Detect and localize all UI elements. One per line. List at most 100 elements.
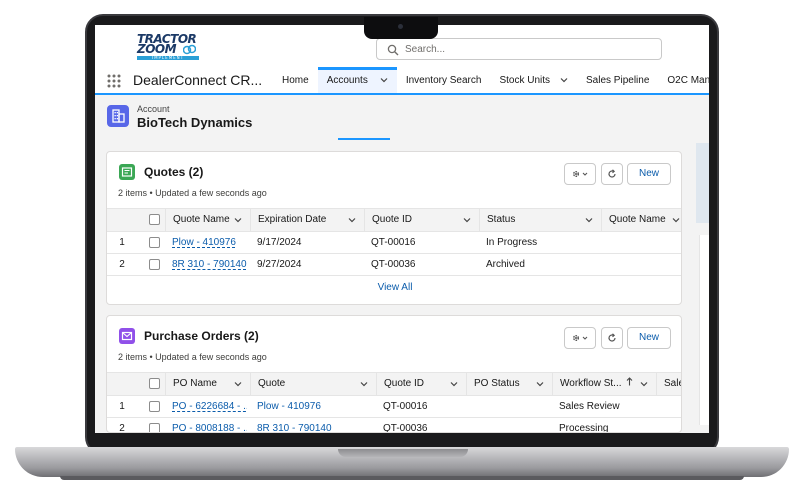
nav-tab-home[interactable]: Home <box>273 67 318 93</box>
purchase-orders-table-header: PO Name Quote Quote ID PO Status Workflo… <box>107 372 681 396</box>
logo-tagline: IMPLEMENT <box>151 55 185 60</box>
quotes-table-header: Quote Name Expiration Date Quote ID Stat… <box>107 208 681 232</box>
laptop-base-groove <box>338 449 468 457</box>
nav-tab-label: Home <box>282 74 309 86</box>
quote-link[interactable]: 8R 310 - 790140 <box>250 418 332 432</box>
table-row[interactable]: 2 8R 310 - 790140 9/27/2024 QT-00036 Arc… <box>107 254 681 276</box>
nav-tabs: Home Accounts Inventory Search Stock Uni… <box>273 67 709 93</box>
table-row[interactable]: 1 PO - 6226684 - ... Plow - 410976 QT-00… <box>107 396 681 418</box>
laptop-mockup: TRACTOR ZOOM IMPLEMENT Search... DealerC… <box>0 0 804 497</box>
chevron-down-icon[interactable] <box>640 380 648 388</box>
column-header-sale[interactable]: Sale <box>656 373 681 395</box>
chevron-down-icon[interactable] <box>536 380 544 388</box>
column-header-quote-name[interactable]: Quote Name <box>165 209 250 231</box>
quote-link[interactable]: Plow - 410976 <box>250 396 321 417</box>
row-checkbox[interactable] <box>149 237 160 248</box>
search-input[interactable] <box>405 39 655 59</box>
expiration-date: 9/27/2024 <box>257 259 302 270</box>
quote-id: QT-00036 <box>371 259 416 270</box>
column-header-quote-id[interactable]: Quote ID <box>376 373 466 395</box>
column-header-quote-name-2[interactable]: Quote Name <box>601 209 681 231</box>
table-row[interactable]: 1 Plow - 410976 9/17/2024 QT-00016 In Pr… <box>107 232 681 254</box>
chevron-down-icon[interactable] <box>672 216 680 224</box>
gear-icon <box>572 170 588 178</box>
row-number: 1 <box>119 237 125 248</box>
chevron-down-icon[interactable] <box>380 76 388 84</box>
logo-leaf-icon <box>183 44 196 55</box>
column-header-status[interactable]: Status <box>479 209 601 231</box>
workflow-status: Processing <box>559 423 609 433</box>
record-type-label: Account <box>137 104 170 114</box>
nav-tab-sales-pipeline[interactable]: Sales Pipeline <box>577 67 658 93</box>
column-header-expiration-date[interactable]: Expiration Date <box>250 209 364 231</box>
app-name: DealerConnect CR... <box>133 72 263 88</box>
gear-icon <box>572 334 588 342</box>
select-all-checkbox[interactable] <box>149 378 160 389</box>
quote-id: QT-00016 <box>371 237 416 248</box>
purchase-orders-title[interactable]: Purchase Orders (2) <box>144 329 259 343</box>
nav-tab-label: Stock Units <box>499 74 551 86</box>
chevron-down-icon[interactable] <box>348 216 356 224</box>
quote-id: QT-00036 <box>383 423 428 433</box>
nav-tab-stock-units[interactable]: Stock Units <box>490 67 577 93</box>
quotes-subtitle: 2 items • Updated a few seconds ago <box>118 188 267 198</box>
refresh-icon <box>608 169 616 178</box>
expiration-date: 9/17/2024 <box>257 237 302 248</box>
quotes-related-list: Quotes (2) 2 items • Updated a few secon… <box>106 151 682 305</box>
app-launcher-icon[interactable] <box>107 74 121 88</box>
row-checkbox[interactable] <box>149 423 160 432</box>
po-name-link[interactable]: PO - 6226684 - ... <box>165 396 247 417</box>
column-header-po-name[interactable]: PO Name <box>165 373 250 395</box>
quote-name-link[interactable]: 8R 310 - 790140 <box>165 254 247 275</box>
po-status <box>466 396 473 417</box>
table-row[interactable]: 2 PO - 8008188 - ... 8R 310 - 790140 QT-… <box>107 418 681 433</box>
right-panel-card <box>699 235 709 425</box>
refresh-button[interactable] <box>601 327 623 349</box>
quote-name-link[interactable]: Plow - 410976 <box>165 232 236 253</box>
list-settings-button[interactable] <box>564 163 596 185</box>
chevron-down-icon[interactable] <box>560 76 568 84</box>
active-tab-indicator <box>338 138 390 140</box>
nav-tab-label: O2C Manage <box>667 74 709 86</box>
nav-tab-accounts[interactable]: Accounts <box>317 67 397 93</box>
row-number: 2 <box>119 259 125 270</box>
chevron-down-icon[interactable] <box>234 216 242 224</box>
global-search[interactable] <box>376 38 662 60</box>
column-header-quote[interactable]: Quote <box>250 373 376 395</box>
new-quote-button[interactable]: New <box>627 163 671 185</box>
quote-icon <box>119 164 135 180</box>
laptop-feet <box>60 476 744 480</box>
column-header-po-status[interactable]: PO Status <box>466 373 552 395</box>
po-status <box>466 418 473 432</box>
nav-tab-inventory-search[interactable]: Inventory Search <box>397 67 491 93</box>
column-header-workflow-status[interactable]: Workflow St... <box>552 373 656 395</box>
chevron-down-icon[interactable] <box>463 216 471 224</box>
chevron-down-icon[interactable] <box>360 380 368 388</box>
quotes-title[interactable]: Quotes (2) <box>144 165 203 179</box>
nav-tab-o2c-manager[interactable]: O2C Manage <box>658 67 709 93</box>
chevron-down-icon[interactable] <box>450 380 458 388</box>
logo-line2: ZOOM <box>137 42 177 56</box>
chevron-down-icon[interactable] <box>234 380 242 388</box>
search-icon <box>387 44 399 56</box>
new-purchase-order-button[interactable]: New <box>627 327 671 349</box>
tractor-zoom-logo[interactable]: TRACTOR ZOOM IMPLEMENT <box>137 32 203 62</box>
screen: TRACTOR ZOOM IMPLEMENT Search... DealerC… <box>95 25 709 433</box>
view-all-quotes-link[interactable]: View All <box>107 282 681 293</box>
nav-tab-label: Sales Pipeline <box>586 74 650 86</box>
purchase-order-icon <box>119 328 135 344</box>
row-checkbox[interactable] <box>149 401 160 412</box>
po-name-link[interactable]: PO - 8008188 - ... <box>165 418 247 432</box>
account-icon <box>107 105 129 127</box>
refresh-button[interactable] <box>601 163 623 185</box>
chevron-down-icon[interactable] <box>585 216 593 224</box>
select-all-checkbox[interactable] <box>149 214 160 225</box>
right-panel-image <box>696 143 709 223</box>
list-settings-button[interactable] <box>564 327 596 349</box>
workflow-status: Sales Review <box>559 401 620 412</box>
quote-status: Archived <box>486 259 525 270</box>
column-header-quote-id[interactable]: Quote ID <box>364 209 479 231</box>
camera-dot <box>398 24 403 29</box>
row-checkbox[interactable] <box>149 259 160 270</box>
sort-ascending-icon[interactable] <box>626 377 633 386</box>
